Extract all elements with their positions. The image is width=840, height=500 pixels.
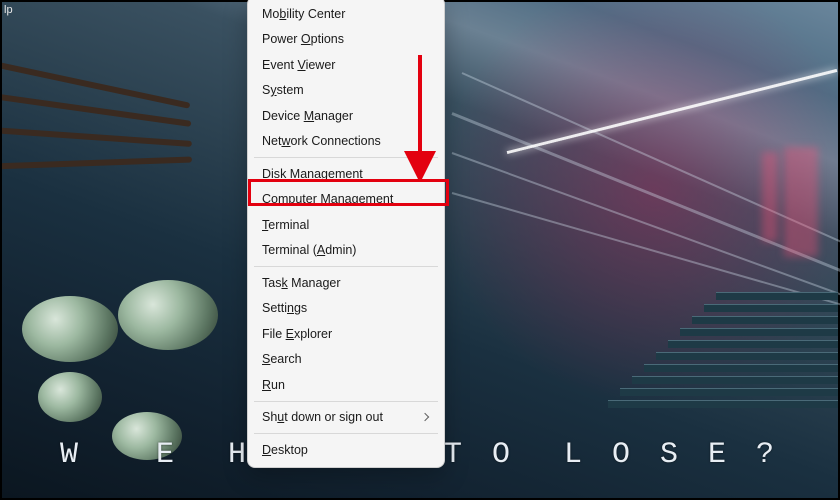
menu-item-label: Task Manager <box>262 277 341 290</box>
menu-item-label: Device Manager <box>262 110 353 123</box>
menu-item-label: Terminal <box>262 219 309 232</box>
corner-text: lp <box>4 4 13 16</box>
menu-item-run[interactable]: Run <box>252 372 440 398</box>
menu-item-power-options[interactable]: Power Options <box>252 27 440 53</box>
menu-item-disk-management[interactable]: Disk Management <box>252 161 440 187</box>
viewport: lp W E H A V E T O L O S E ? Mobility Ce… <box>0 0 840 500</box>
menu-item-device-manager[interactable]: Device Manager <box>252 103 440 129</box>
menu-separator <box>254 266 438 267</box>
menu-item-label: Event Viewer <box>262 59 335 72</box>
menu-item-label: Settings <box>262 302 307 315</box>
menu-item-event-viewer[interactable]: Event Viewer <box>252 52 440 78</box>
menu-item-label: System <box>262 84 304 97</box>
menu-item-file-explorer[interactable]: File Explorer <box>252 321 440 347</box>
menu-item-mobility-center[interactable]: Mobility Center <box>252 1 440 27</box>
menu-item-label: Search <box>262 353 302 366</box>
menu-item-task-manager[interactable]: Task Manager <box>252 270 440 296</box>
menu-separator <box>254 157 438 158</box>
winx-context-menu[interactable]: Mobility Center Power Options Event Viewer… <box>247 0 445 468</box>
menu-separator <box>254 433 438 434</box>
menu-item-label: Network Connections <box>262 135 381 148</box>
menu-item-label: Desktop <box>262 444 308 457</box>
menu-item-search[interactable]: Search <box>252 347 440 373</box>
menu-item-shut-down-or-sign-out[interactable]: Shut down or sign out <box>252 405 440 431</box>
menu-item-terminal-admin[interactable]: Terminal (Admin) <box>252 238 440 264</box>
menu-item-system[interactable]: System <box>252 78 440 104</box>
menu-separator <box>254 401 438 402</box>
menu-item-label: Mobility Center <box>262 8 345 21</box>
menu-item-terminal[interactable]: Terminal <box>252 212 440 238</box>
menu-item-label: Power Options <box>262 33 344 46</box>
menu-item-desktop[interactable]: Desktop <box>252 437 440 463</box>
menu-item-label: Shut down or sign out <box>262 411 383 424</box>
menu-item-settings[interactable]: Settings <box>252 296 440 322</box>
menu-item-computer-management[interactable]: Computer Management <box>252 187 440 213</box>
menu-item-label: Computer Management <box>262 193 393 206</box>
chevron-right-icon <box>421 413 429 421</box>
menu-item-label: Terminal (Admin) <box>262 244 356 257</box>
menu-item-label: Disk Management <box>262 168 363 181</box>
menu-item-network-connections[interactable]: Network Connections <box>252 129 440 155</box>
menu-item-label: Run <box>262 379 285 392</box>
menu-item-label: File Explorer <box>262 328 332 341</box>
